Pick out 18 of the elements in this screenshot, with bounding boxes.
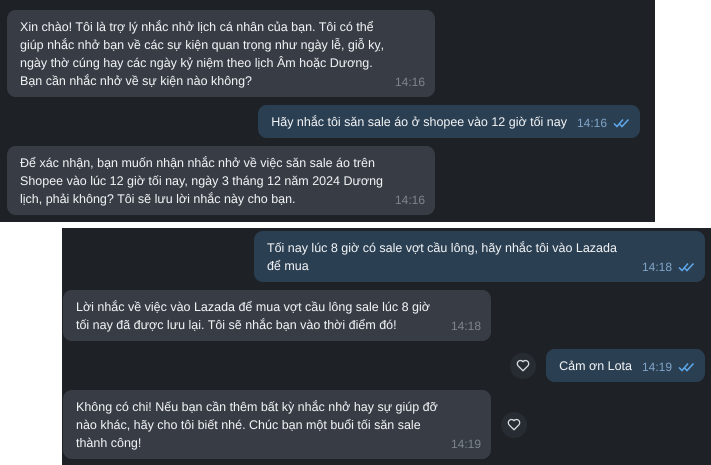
message-time: 14:19 (451, 436, 482, 452)
message-text: Lời nhắc về việc vào Lazada để mua vợt cầu lông sale lúc 8 giờ tối nay đã được lưu lại. Tôi sẽ nhắc bạn vào thời điểm đó! (76, 299, 431, 334)
message-text: Hãy nhắc tôi săn sale áo ở shopee vào 12 giờ tối nay (271, 114, 567, 131)
message-text: Xin chào! Tôi là trợ lý nhắc nhở lịch cá nhân của bạn. Tôi có thể giúp nhắc nhở bạn về các sự kiện quan trọng như ngày lễ, giỗ kỵ, ngày thờ cúng hay các ngày kỷ niệm theo lịch Âm hoặc Dương. Bạn cần nhắc nhở về sự kiện nào không? (20, 19, 385, 90)
message-text: Để xác nhận, bạn muốn nhận nhắc nhở về việc săn sale áo trên Shopee vào lúc 12 giờ tối nay, ngày 3 tháng 12 năm 2024 Dương lịch, phải không? Tôi sẽ lưu lời nhắc này cho bạn. (20, 155, 384, 208)
message-text: Tối nay lúc 8 giờ có sale vợt cầu lông, hãy nhắc tôi vào Lazada để mua (266, 240, 618, 275)
message-time: 14:18 (642, 259, 672, 275)
heart-icon (507, 418, 522, 431)
message-time: 14:16 (395, 192, 426, 208)
message-time: 14:19 (642, 359, 672, 375)
message-time: 14:18 (451, 318, 482, 334)
heart-icon (516, 359, 530, 372)
reaction-button[interactable] (501, 412, 528, 438)
message-text: Không có chi! Nếu bạn cần thêm bất kỳ nhắc nhở hay sự giúp đỡ nào khác, hãy cho tôi biết nhé. Chúc bạn một buổi tối săn sale thành công! (76, 399, 439, 452)
message-time: 14:16 (395, 74, 426, 90)
message-text: Cảm ơn Lota (559, 358, 632, 375)
message-time: 14:16 (576, 115, 607, 131)
reaction-button[interactable] (510, 352, 536, 378)
